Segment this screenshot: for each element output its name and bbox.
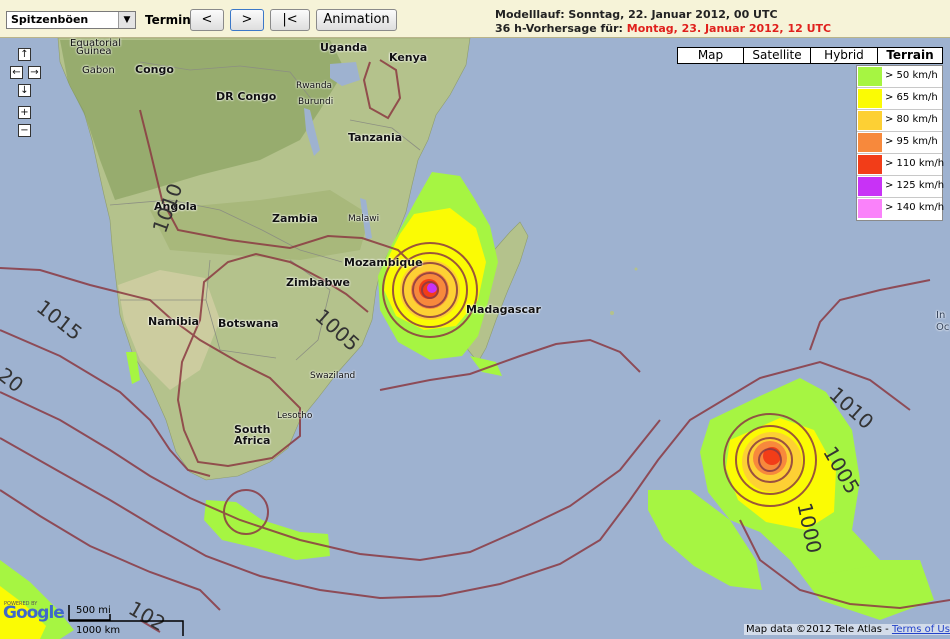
label-namibia: Namibia — [148, 315, 199, 328]
mauritius-island — [610, 311, 614, 315]
termin-label: Termin: — [145, 13, 196, 27]
label-tanzania: Tanzania — [348, 131, 403, 144]
first-step-button[interactable]: |< — [270, 9, 310, 31]
scale-miles: 500 mi — [76, 605, 111, 616]
chevron-down-icon[interactable]: ▼ — [118, 12, 135, 28]
next-step-button[interactable]: > — [230, 9, 264, 31]
parameter-select[interactable]: Spitzenböen ▼ — [6, 11, 136, 29]
google-logo[interactable]: Google — [3, 603, 65, 623]
legend-label: > 140 km/h — [885, 202, 945, 213]
legend-row: > 50 km/h — [857, 66, 942, 88]
legend-swatch — [858, 67, 882, 86]
pan-up-icon[interactable]: ↑ — [18, 48, 31, 61]
legend-label: > 50 km/h — [885, 70, 938, 81]
label-zambia: Zambia — [272, 212, 318, 225]
label-malawi: Malawi — [348, 214, 380, 224]
legend-row: > 110 km/h — [857, 154, 945, 176]
legend-row: > 80 km/h — [857, 110, 942, 132]
label-lesotho: Lesotho — [277, 411, 313, 421]
scale-km: 1000 km — [76, 625, 121, 636]
label-kenya: Kenya — [389, 51, 428, 64]
label-zimbabwe: Zimbabwe — [286, 276, 351, 289]
legend-row: > 65 km/h — [857, 88, 942, 110]
label-swaziland: Swaziland — [310, 371, 356, 381]
forecast-date: Montag, 23. Januar 2012, 12 UTC — [626, 22, 832, 35]
legend-swatch — [858, 133, 882, 152]
label-dr-congo: DR Congo — [216, 90, 277, 103]
map-type-hybrid[interactable]: Hybrid — [810, 47, 878, 64]
pan-right-icon[interactable]: → — [28, 66, 41, 79]
label-uganda: Uganda — [320, 41, 368, 54]
forecast-text: 36 h-Vorhersage für: Montag, 23. Januar … — [495, 22, 831, 35]
terms-of-use-link[interactable]: Terms of Use — [892, 624, 950, 635]
zoom-out-icon[interactable]: − — [18, 124, 31, 137]
legend-swatch — [858, 89, 882, 108]
legend-label: > 110 km/h — [885, 158, 945, 169]
wind-gust-legend: > 50 km/h > 65 km/h > 80 km/h > 95 km/h > 11… — [856, 65, 945, 221]
map-canvas[interactable]: Equatorial Guinea Gabon Congo Uganda Ken… — [0, 38, 950, 639]
legend-row: > 95 km/h — [857, 132, 942, 154]
map-type-map[interactable]: Map — [677, 47, 744, 64]
label-mozambique: Mozambique — [344, 256, 423, 269]
label-congo: Congo — [135, 63, 174, 76]
attribution: Map data ©2012 Tele Atlas - Terms of Use — [744, 624, 950, 635]
toolbar: Spitzenböen ▼ Termin: < > |< Animation M… — [0, 0, 950, 38]
pan-left-icon[interactable]: ← — [10, 66, 23, 79]
model-run-text: Modelllauf: Sonntag, 22. Januar 2012, 00… — [495, 8, 778, 21]
label-south-africa-2: Africa — [234, 434, 271, 447]
legend-label: > 125 km/h — [885, 180, 945, 191]
pan-down-icon[interactable]: ↓ — [18, 84, 31, 97]
legend-label: > 95 km/h — [885, 136, 938, 147]
forecast-prefix: 36 h-Vorhersage für: — [495, 22, 627, 35]
zoom-in-icon[interactable]: + — [18, 106, 31, 119]
legend-swatch — [858, 155, 882, 174]
label-madagascar: Madagascar — [466, 303, 541, 316]
label-ocean-fragment-1: In — [936, 310, 946, 321]
attribution-text: Map data ©2012 Tele Atlas - — [746, 624, 892, 635]
label-burundi: Burundi — [298, 97, 334, 107]
legend-swatch — [858, 199, 882, 218]
label-ocean-fragment-2: Oc — [936, 322, 950, 333]
map-type-satellite[interactable]: Satellite — [743, 47, 811, 64]
animation-button[interactable]: Animation — [316, 9, 397, 31]
map-type-terrain[interactable]: Terrain — [877, 47, 943, 64]
legend-swatch — [858, 111, 882, 130]
label-gabon: Gabon — [82, 65, 115, 76]
label-rwanda: Rwanda — [296, 81, 333, 91]
label-botswana: Botswana — [218, 317, 279, 330]
legend-label: > 65 km/h — [885, 92, 938, 103]
label-equatorial-guinea-2: Guinea — [76, 46, 112, 57]
legend-label: > 80 km/h — [885, 114, 938, 125]
parameter-select-value: Spitzenböen — [11, 13, 89, 26]
legend-swatch — [858, 177, 882, 196]
legend-row: > 140 km/h — [857, 198, 945, 220]
reunion-island — [634, 267, 638, 271]
legend-row: > 125 km/h — [857, 176, 945, 198]
previous-step-button[interactable]: < — [190, 9, 224, 31]
